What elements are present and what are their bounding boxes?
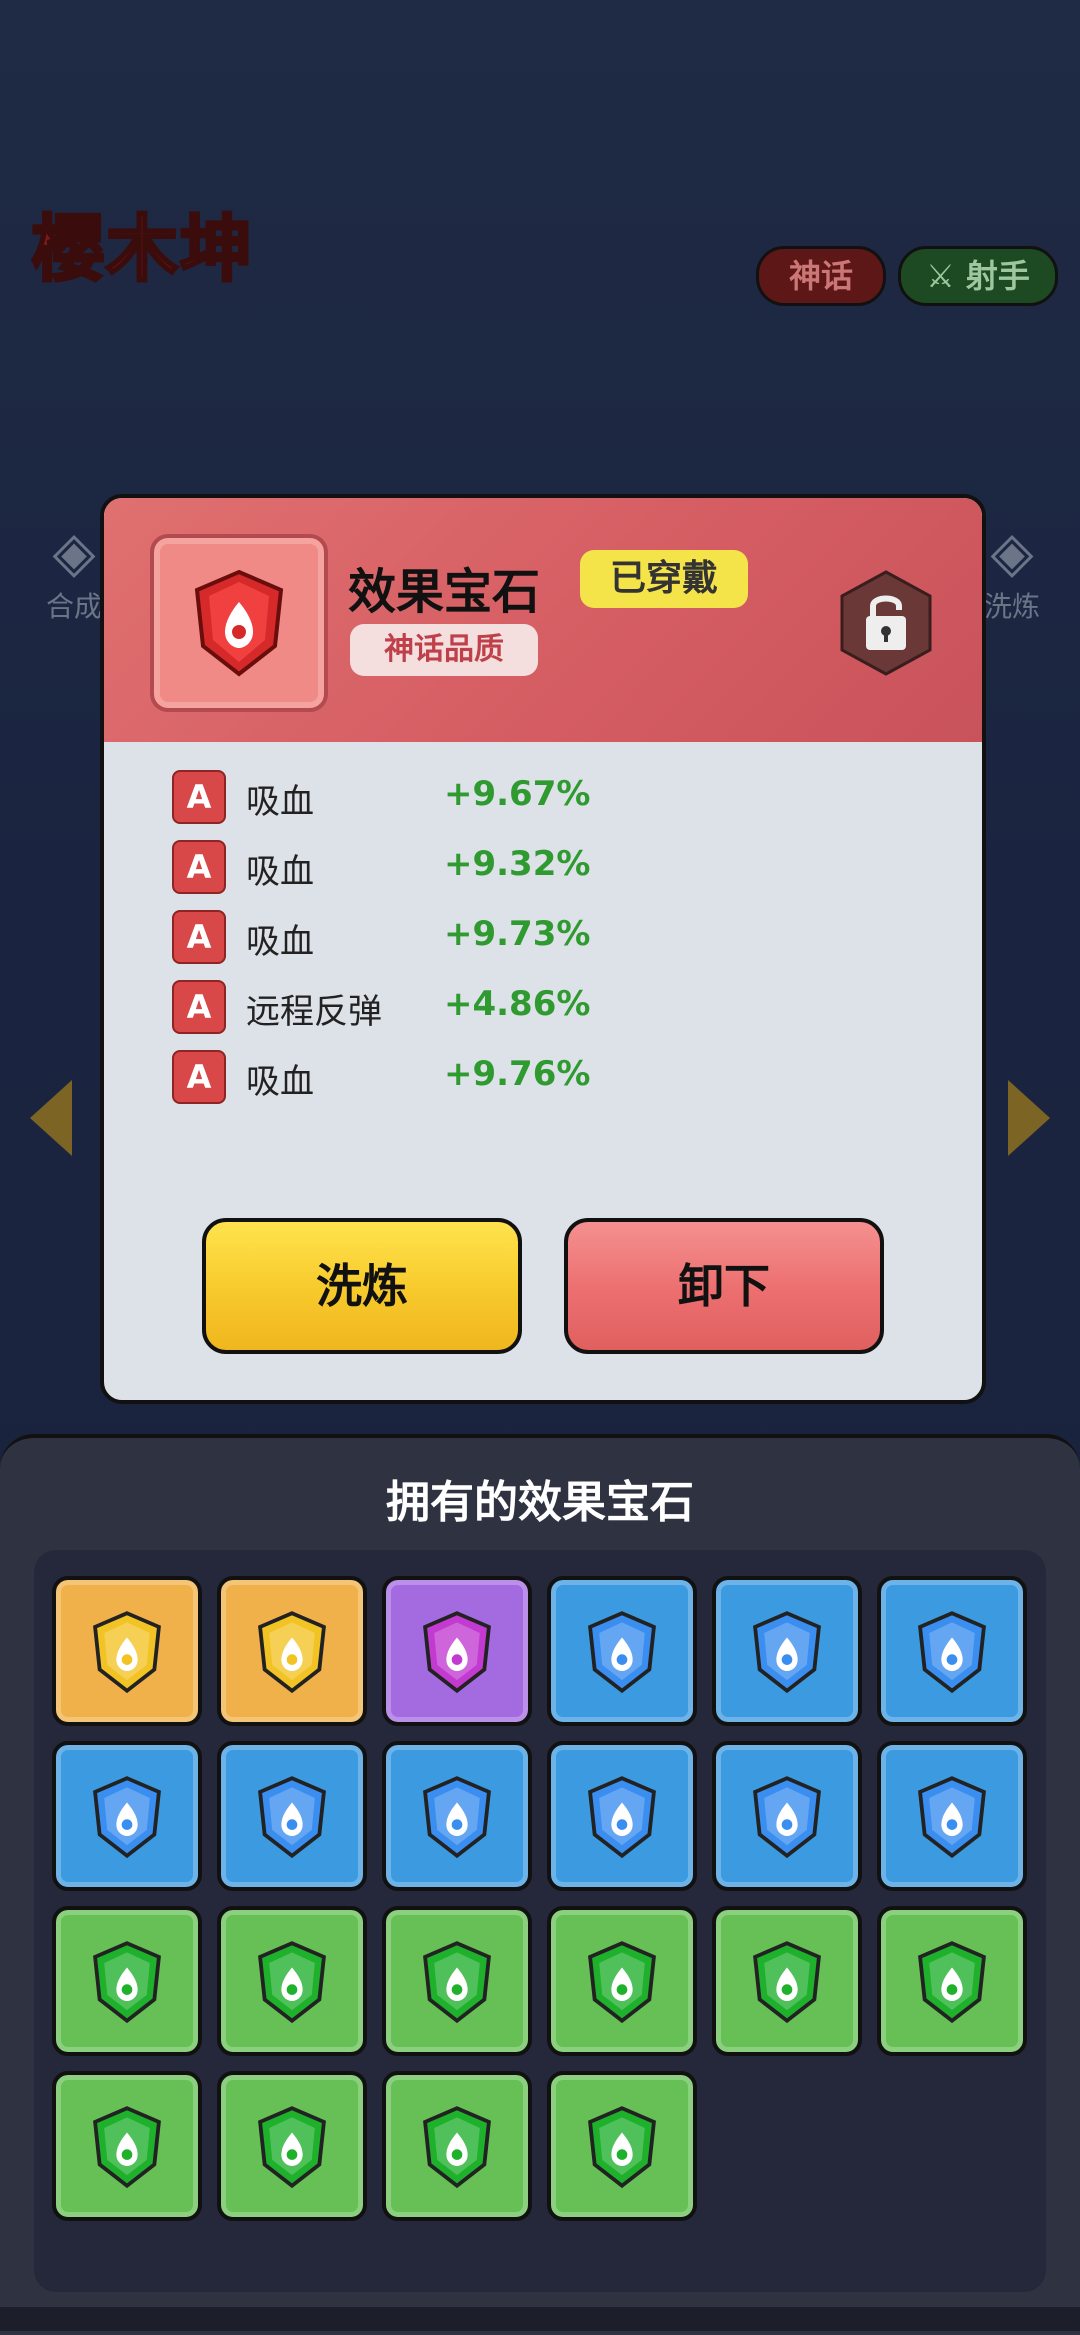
red-gem-icon bbox=[194, 569, 284, 677]
purple-gem-icon bbox=[423, 1611, 491, 1694]
stat-value: +9.67% bbox=[444, 774, 591, 814]
blue-gem-icon bbox=[588, 1776, 656, 1859]
inventory-panel: 拥有的效果宝石 bbox=[0, 1434, 1080, 2335]
stat-name: 吸血 bbox=[246, 852, 314, 892]
grade-badge: A bbox=[172, 980, 226, 1034]
inventory-title: 拥有的效果宝石 bbox=[386, 1477, 694, 1528]
stat-value: +4.86% bbox=[444, 984, 591, 1024]
green-gem-icon bbox=[753, 1941, 821, 2024]
stat-name: 吸血 bbox=[246, 1062, 314, 1102]
popup-header: 效果宝石 已穿戴 神话品质 bbox=[104, 498, 982, 742]
stat-name: 吸血 bbox=[246, 922, 314, 962]
gem-preview bbox=[150, 534, 328, 712]
prev-arrow[interactable] bbox=[30, 1080, 72, 1156]
gem-slot-blue[interactable] bbox=[382, 1741, 532, 1891]
gem-slot-gold[interactable] bbox=[217, 1576, 367, 1726]
gem-slot-green[interactable] bbox=[52, 1906, 202, 2056]
blue-gem-icon bbox=[258, 1776, 326, 1859]
hero-name: 樱木坤 bbox=[30, 206, 255, 293]
refine-button[interactable]: 洗炼 bbox=[202, 1218, 522, 1354]
green-gem-icon bbox=[93, 1941, 161, 2024]
gold-gem-icon bbox=[258, 1611, 326, 1694]
stat-name: 远程反弹 bbox=[246, 992, 382, 1032]
quality-badge: 神话品质 bbox=[350, 624, 538, 676]
gold-gem-icon bbox=[93, 1611, 161, 1694]
gem-slot-green[interactable] bbox=[382, 1906, 532, 2056]
green-gem-icon bbox=[258, 2106, 326, 2189]
grade-badge: A bbox=[172, 840, 226, 894]
gem-slot-green[interactable] bbox=[52, 2071, 202, 2221]
green-gem-icon bbox=[588, 1941, 656, 2024]
equipped-badge: 已穿戴 bbox=[580, 550, 748, 608]
bottom-bar bbox=[0, 2307, 1080, 2331]
bow-icon: ⚔ bbox=[926, 257, 955, 295]
green-gem-icon bbox=[588, 2106, 656, 2189]
gem-slot-blue[interactable] bbox=[217, 1741, 367, 1891]
blue-gem-icon bbox=[423, 1776, 491, 1859]
gem-slot-green[interactable] bbox=[877, 1906, 1027, 2056]
stat-name: 吸血 bbox=[246, 782, 314, 822]
gem-slot-blue[interactable] bbox=[52, 1741, 202, 1891]
unequip-button[interactable]: 卸下 bbox=[564, 1218, 884, 1354]
blue-gem-icon bbox=[918, 1611, 986, 1694]
gem-detail-popup: 效果宝石 已穿戴 神话品质 A 吸血 +9.67% A 吸血 +9.32% A … bbox=[100, 494, 986, 1404]
green-gem-icon bbox=[93, 2106, 161, 2189]
inventory-grid bbox=[34, 1550, 1046, 2292]
gem-slot-green[interactable] bbox=[382, 2071, 532, 2221]
grade-badge: A bbox=[172, 1050, 226, 1104]
gem-slot-purple[interactable] bbox=[382, 1576, 532, 1726]
gem-slot-green[interactable] bbox=[547, 1906, 697, 2056]
gem-slot-blue[interactable] bbox=[712, 1576, 862, 1726]
green-gem-icon bbox=[423, 1941, 491, 2024]
blue-gem-icon bbox=[93, 1776, 161, 1859]
gem-title: 效果宝石 bbox=[348, 564, 541, 620]
blue-gem-icon bbox=[753, 1611, 821, 1694]
role-tag: ⚔ 射手 bbox=[898, 246, 1058, 306]
lock-icon[interactable] bbox=[836, 568, 936, 678]
gem-slot-green[interactable] bbox=[547, 2071, 697, 2221]
grade-badge: A bbox=[172, 770, 226, 824]
gem-slot-blue[interactable] bbox=[712, 1741, 862, 1891]
gem-slot-green[interactable] bbox=[217, 2071, 367, 2221]
gem-slot-gold[interactable] bbox=[52, 1576, 202, 1726]
next-arrow[interactable] bbox=[1008, 1080, 1050, 1156]
gem-slot-green[interactable] bbox=[217, 1906, 367, 2056]
gem-slot-blue[interactable] bbox=[547, 1741, 697, 1891]
blue-gem-icon bbox=[918, 1776, 986, 1859]
stat-value: +9.76% bbox=[444, 1054, 591, 1094]
green-gem-icon bbox=[258, 1941, 326, 2024]
grade-badge: A bbox=[172, 910, 226, 964]
gem-slot-blue[interactable] bbox=[547, 1576, 697, 1726]
stat-value: +9.32% bbox=[444, 844, 591, 884]
gem-slot-blue[interactable] bbox=[877, 1741, 1027, 1891]
gem-slot-green[interactable] bbox=[712, 1906, 862, 2056]
green-gem-icon bbox=[918, 1941, 986, 2024]
blue-gem-icon bbox=[588, 1611, 656, 1694]
gem-slot-blue[interactable] bbox=[877, 1576, 1027, 1726]
blue-gem-icon bbox=[753, 1776, 821, 1859]
role-label: 射手 bbox=[965, 257, 1030, 295]
stat-value: +9.73% bbox=[444, 914, 591, 954]
green-gem-icon bbox=[423, 2106, 491, 2189]
rarity-tag: 神话 bbox=[756, 246, 886, 306]
